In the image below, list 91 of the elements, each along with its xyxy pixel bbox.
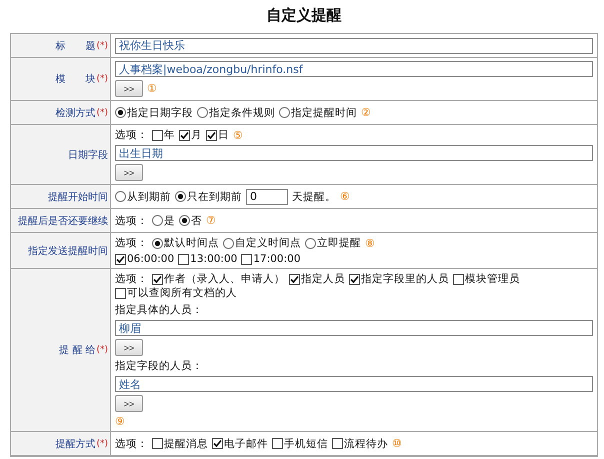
field-label: 模 块: [55, 72, 96, 86]
checkbox-label: 指定字段里的人员: [361, 272, 449, 286]
radio-label: 默认时间点: [164, 236, 219, 250]
checkbox[interactable]: [453, 274, 464, 284]
option-label: 选项：: [115, 272, 148, 286]
checkbox-label: 指定人员: [301, 272, 345, 286]
checkbox[interactable]: [179, 130, 190, 140]
note-number: ②: [361, 106, 371, 119]
option-label: 选项：: [115, 214, 148, 228]
note-number: ⑩: [392, 437, 402, 450]
checkbox[interactable]: [152, 438, 163, 449]
field-label: 标 题: [55, 40, 96, 52]
required-mark: (*): [96, 74, 108, 84]
option-label: 选项：: [115, 128, 148, 142]
checkbox-label: 作者（录入人、申请人）: [164, 272, 285, 286]
note-number: ①: [147, 82, 157, 95]
checkbox-label: 年: [164, 128, 175, 142]
number-field[interactable]: 0: [246, 188, 288, 204]
radio-button[interactable]: [115, 107, 126, 118]
field-label: 检测方式: [55, 106, 96, 120]
radio-label: 只在到期前: [187, 190, 242, 204]
text-field[interactable]: 祝你生日快乐: [115, 38, 593, 54]
field-label: 提 醒 给: [59, 344, 96, 357]
field-label: 指定发送提醒时间: [28, 244, 108, 258]
checkbox[interactable]: [349, 274, 360, 284]
required-mark: (*): [96, 345, 108, 355]
page-title: 自定义提醒: [266, 5, 342, 26]
radio-button[interactable]: [305, 238, 316, 248]
checkbox[interactable]: [241, 254, 252, 264]
note-number: ⑧: [365, 236, 375, 250]
select-button[interactable]: >>: [115, 395, 143, 412]
checkbox-label: 模块管理员: [465, 272, 520, 286]
checkbox[interactable]: [115, 254, 126, 264]
option-label: 天提醒。: [292, 190, 336, 204]
text-field[interactable]: 人事档案|weboa/zongbu/hrinfo.nsf: [115, 61, 593, 77]
checkbox[interactable]: [289, 274, 300, 284]
required-mark: (*): [96, 438, 108, 448]
radio-button[interactable]: [179, 215, 190, 226]
radio-label: 自定义时间点: [235, 236, 301, 250]
required-mark: (*): [96, 40, 108, 50]
field-label: 提醒方式: [55, 438, 96, 450]
checkbox[interactable]: [272, 438, 283, 449]
field-label: 日期字段: [68, 148, 108, 162]
radio-label: 指定条件规则: [209, 106, 275, 120]
note-number: ⑤: [233, 128, 243, 142]
radio-button[interactable]: [223, 238, 234, 248]
select-button[interactable]: >>: [115, 339, 143, 356]
checkbox[interactable]: [212, 438, 223, 449]
checkbox-label: 手机短信: [284, 436, 328, 450]
checkbox[interactable]: [152, 274, 163, 284]
radio-button[interactable]: [152, 238, 163, 248]
radio-label: 指定提醒时间: [291, 106, 357, 120]
text-field[interactable]: 出生日期: [115, 145, 593, 161]
radio-label: 指定日期字段: [127, 106, 193, 120]
option-label: 指定具体的人员：: [115, 303, 203, 317]
radio-label: 是: [164, 214, 175, 228]
radio-button[interactable]: [152, 215, 163, 226]
option-label: 选项：: [115, 236, 148, 250]
radio-label: 立即提醒: [317, 236, 361, 250]
checkbox[interactable]: [206, 130, 217, 140]
radio-label: 从到期前: [127, 190, 171, 204]
checkbox[interactable]: [115, 288, 126, 298]
text-field[interactable]: 柳眉: [115, 320, 593, 336]
checkbox-label: 日: [218, 128, 229, 142]
select-button[interactable]: >>: [115, 164, 143, 181]
checkbox[interactable]: [332, 438, 343, 449]
checkbox-label: 月: [191, 128, 202, 142]
checkbox-label: 电子邮件: [224, 436, 268, 450]
text-field[interactable]: 姓名: [115, 376, 593, 392]
checkbox-label: 13:00:00: [190, 253, 238, 265]
select-button[interactable]: >>: [115, 80, 143, 97]
radio-button[interactable]: [115, 191, 126, 202]
radio-button[interactable]: [197, 107, 208, 118]
field-label: 提醒后是否还要继续: [18, 214, 108, 228]
note-number: ⑦: [206, 214, 216, 227]
note-number: ⑥: [340, 190, 350, 203]
checkbox[interactable]: [178, 254, 190, 264]
field-label: 提醒开始时间: [48, 190, 108, 204]
checkbox-label: 06:00:00: [127, 253, 174, 265]
radio-label: 否: [191, 214, 202, 228]
radio-button[interactable]: [279, 107, 290, 118]
checkbox-label: 可以查阅所有文档的人: [127, 286, 237, 300]
required-mark: (*): [96, 108, 108, 118]
note-number: ⑨: [115, 415, 125, 428]
checkbox[interactable]: [152, 130, 163, 140]
checkbox-label: 流程待办: [344, 436, 388, 450]
option-label: 指定字段的人员：: [115, 359, 203, 373]
radio-button[interactable]: [175, 191, 186, 202]
checkbox-label: 17:00:00: [253, 253, 301, 265]
checkbox-label: 提醒消息: [164, 436, 208, 450]
option-label: 选项：: [115, 436, 148, 450]
